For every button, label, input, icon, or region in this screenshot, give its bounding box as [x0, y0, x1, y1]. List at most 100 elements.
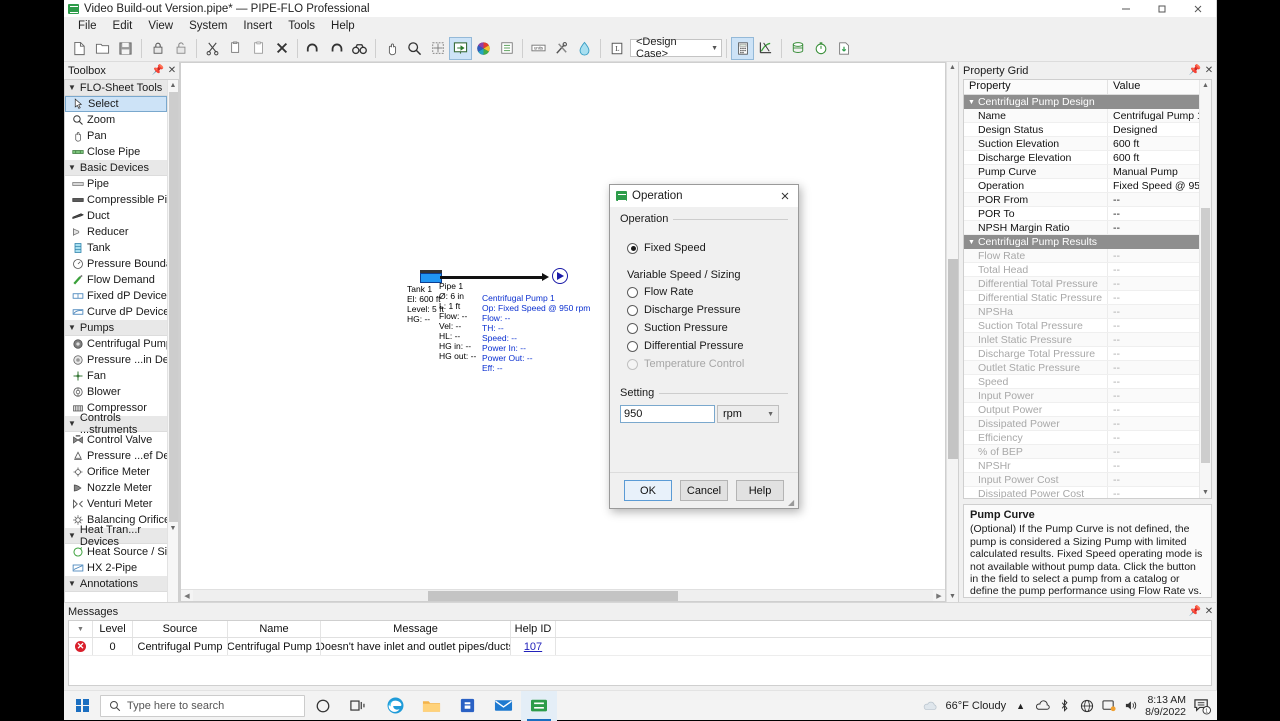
property-row[interactable]: Input Power--: [964, 389, 1199, 403]
copy-icon[interactable]: [224, 37, 247, 60]
messages-row[interactable]: ✕0Centrifugal PumpCentrifugal Pump 1Does…: [69, 638, 1211, 656]
toolbox-item-hx-2-pipe[interactable]: HX 2-Pipe: [65, 560, 167, 576]
property-category-centrifugal-pump-design[interactable]: ▼Centrifugal Pump Design: [964, 95, 1199, 109]
setting-value-input[interactable]: [620, 405, 715, 423]
property-value[interactable]: --: [1108, 473, 1199, 486]
open-folder-icon[interactable]: [91, 37, 114, 60]
help-button[interactable]: Help: [736, 480, 784, 501]
property-value[interactable]: --: [1108, 193, 1199, 206]
toolbox-group-flo-sheet-tools[interactable]: ▼FLO-Sheet Tools: [65, 80, 167, 96]
fluid-drop-icon[interactable]: [573, 37, 596, 60]
toolbox-item-duct[interactable]: Duct: [65, 208, 167, 224]
property-row[interactable]: Speed--: [964, 375, 1199, 389]
vscroll-thumb[interactable]: [948, 259, 958, 459]
scroll-right-icon[interactable]: ▶: [933, 592, 945, 600]
property-value[interactable]: --: [1108, 375, 1199, 388]
property-value[interactable]: Fixed Speed @ 950 ...: [1108, 179, 1199, 192]
mail-icon[interactable]: [485, 691, 521, 721]
property-row[interactable]: Inlet Static Pressure--: [964, 333, 1199, 347]
property-row[interactable]: Suction Elevation600 ft: [964, 137, 1199, 151]
property-value[interactable]: 600 ft: [1108, 151, 1199, 164]
toolbox-item-control-valve[interactable]: Control Valve: [65, 432, 167, 448]
radio-discharge-pressure-indicator[interactable]: [627, 305, 638, 316]
property-row[interactable]: Dissipated Power--: [964, 417, 1199, 431]
design-case-select[interactable]: <Design Case> ▼: [630, 39, 722, 57]
column-header-message[interactable]: Message: [321, 621, 511, 637]
fit-window-icon[interactable]: [426, 37, 449, 60]
property-row[interactable]: Flow Rate--: [964, 249, 1199, 263]
radio-suction-pressure-indicator[interactable]: [627, 323, 638, 334]
property-row[interactable]: Differential Total Pressure--: [964, 277, 1199, 291]
radio-differential-pressure[interactable]: Differential Pressure: [620, 337, 788, 355]
property-row[interactable]: NPSH Margin Ratio--: [964, 221, 1199, 235]
file-explorer-icon[interactable]: [413, 691, 449, 721]
radio-flow-rate[interactable]: Flow Rate: [620, 283, 788, 301]
units-icon[interactable]: units: [527, 37, 550, 60]
toolbox-item-reducer[interactable]: Reducer: [65, 224, 167, 240]
toolbox-group-basic-devices[interactable]: ▼Basic Devices: [65, 160, 167, 176]
scroll-down-icon[interactable]: ▼: [949, 591, 956, 602]
toolbox-item-pan[interactable]: Pan: [65, 128, 167, 144]
property-row[interactable]: Total Head--: [964, 263, 1199, 277]
toolbox-item-pressure-in-device[interactable]: Pressure ...in Device: [65, 352, 167, 368]
toolbox-item-tank[interactable]: Tank: [65, 240, 167, 256]
toolbox-item-pressure-boundary[interactable]: Pressure Boundary: [65, 256, 167, 272]
flosheet-horizontal-scrollbar[interactable]: ◀ ▶: [181, 589, 945, 601]
export-icon[interactable]: [832, 37, 855, 60]
network-globe-icon[interactable]: [1079, 699, 1094, 713]
property-row[interactable]: Input Power Cost--: [964, 473, 1199, 487]
property-row[interactable]: NPSHr--: [964, 459, 1199, 473]
redo-icon[interactable]: [325, 37, 348, 60]
property-row[interactable]: NPSHa--: [964, 305, 1199, 319]
menu-system[interactable]: System: [181, 18, 235, 34]
property-value[interactable]: --: [1108, 459, 1199, 472]
property-value[interactable]: --: [1108, 263, 1199, 276]
toolbox-group-heat-tran-r-devices[interactable]: ▼Heat Tran...r Devices: [65, 528, 167, 544]
ok-button[interactable]: OK: [624, 480, 672, 501]
start-button[interactable]: [64, 691, 100, 721]
toolbox-item-blower[interactable]: Blower: [65, 384, 167, 400]
property-row[interactable]: Design StatusDesigned: [964, 123, 1199, 137]
radio-differential-pressure-indicator[interactable]: [627, 341, 638, 352]
radio-suction-pressure[interactable]: Suction Pressure: [620, 319, 788, 337]
property-value[interactable]: --: [1108, 249, 1199, 262]
property-row[interactable]: Discharge Elevation600 ft: [964, 151, 1199, 165]
property-value[interactable]: --: [1108, 333, 1199, 346]
cancel-button[interactable]: Cancel: [680, 480, 728, 501]
color-wheel-icon[interactable]: [472, 37, 495, 60]
stack-icon[interactable]: [786, 37, 809, 60]
toolbox-item-pipe[interactable]: Pipe: [65, 176, 167, 192]
property-value[interactable]: --: [1108, 305, 1199, 318]
toolbox-item-orifice-meter[interactable]: Orifice Meter: [65, 464, 167, 480]
list-view-icon[interactable]: [495, 37, 518, 60]
message-help-id[interactable]: 107: [511, 638, 556, 655]
toolbox-group-controls-struments[interactable]: ▼Controls ...struments: [65, 416, 167, 432]
toolbox-item-centrifugal-pump[interactable]: Centrifugal Pump: [65, 336, 167, 352]
pin-icon[interactable]: 📌: [1188, 606, 1202, 617]
pin-icon[interactable]: 📌: [1188, 65, 1202, 76]
scroll-up-icon[interactable]: ▲: [170, 80, 177, 91]
property-value[interactable]: --: [1108, 319, 1199, 332]
menu-tools[interactable]: Tools: [280, 18, 323, 34]
radio-fixed-speed-indicator[interactable]: [627, 243, 638, 254]
menu-view[interactable]: View: [140, 18, 181, 34]
hscroll-track[interactable]: [193, 590, 933, 602]
property-value[interactable]: --: [1108, 291, 1199, 304]
property-value[interactable]: --: [1108, 487, 1199, 498]
property-row[interactable]: POR To--: [964, 207, 1199, 221]
column-header-help-id[interactable]: Help ID: [511, 621, 556, 637]
taskbar-search-box[interactable]: Type here to search: [100, 695, 305, 717]
property-row[interactable]: % of BEP--: [964, 445, 1199, 459]
radio-discharge-pressure[interactable]: Discharge Pressure: [620, 301, 788, 319]
toolbox-item-fixed-dp-device[interactable]: Fixed dP Device: [65, 288, 167, 304]
lineup-icon[interactable]: L: [605, 37, 628, 60]
toolbox-item-pressure-ef-device[interactable]: Pressure ...ef Device: [65, 448, 167, 464]
property-value[interactable]: --: [1108, 347, 1199, 360]
scroll-down-icon[interactable]: ▼: [1202, 487, 1209, 498]
tools-wrench-icon[interactable]: [550, 37, 573, 60]
property-value[interactable]: --: [1108, 221, 1199, 234]
property-category-centrifugal-pump-results[interactable]: ▼Centrifugal Pump Results: [964, 235, 1199, 249]
property-row[interactable]: Outlet Static Pressure--: [964, 361, 1199, 375]
toolbox-scrollbar[interactable]: ▲ ▼: [167, 80, 178, 602]
flosheet-canvas[interactable]: Tank 1 El: 600 ft Level: 5 ft HG: -- Pip…: [181, 63, 945, 589]
